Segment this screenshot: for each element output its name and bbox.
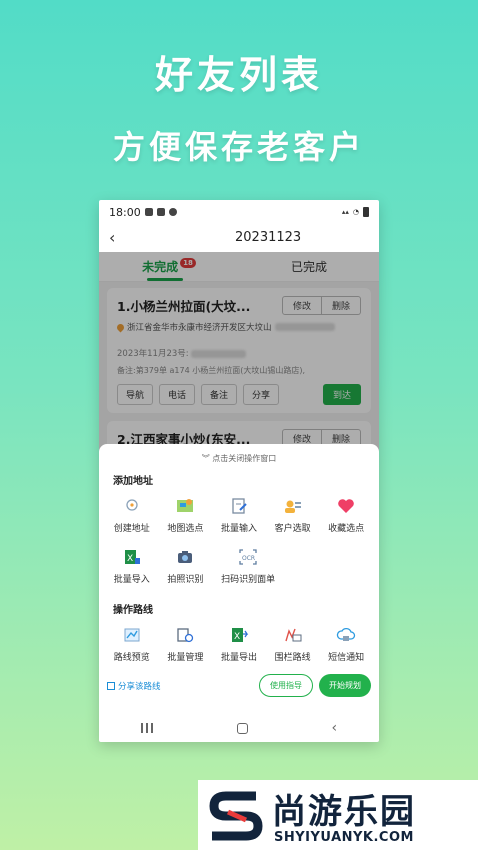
share-label: 分享该路线	[118, 681, 161, 692]
fence-route-item[interactable]: 围栏路线	[266, 626, 320, 663]
map-pin-icon	[122, 497, 142, 515]
sms-notify-item[interactable]: 短信通知	[319, 626, 373, 663]
message-icon	[156, 208, 165, 216]
map-icon	[175, 497, 195, 515]
home-icon[interactable]	[236, 722, 248, 734]
watermark-en: SHYIYUANYK.COM	[274, 830, 414, 845]
favorites-item[interactable]: 收藏选点	[319, 497, 373, 534]
promo-title: 好友列表	[154, 53, 323, 97]
item-label: 扫码识别面单	[221, 575, 276, 585]
route-ops-grid: 路线预览 批量管理 X 批量导出 围栏路线 短信通知	[99, 626, 379, 663]
system-nav-bar: ‹	[99, 714, 379, 742]
sms-cloud-icon	[336, 626, 356, 644]
start-planning-button[interactable]: 开始规划	[319, 674, 371, 697]
svg-text:OCR: OCR	[242, 555, 255, 562]
batch-export-item[interactable]: X 批量导出	[212, 626, 266, 663]
edit-doc-icon	[229, 497, 249, 515]
customer-select-item[interactable]: 客户选取	[266, 497, 320, 534]
add-address-grid: 创建地址 地图选点 批量输入 客户选取 收藏选点 X 批量导入 拍照识别 OCR…	[99, 497, 379, 585]
recents-icon[interactable]	[140, 723, 153, 733]
batch-manage-icon	[175, 626, 195, 644]
watermark-logo-icon	[209, 791, 263, 841]
scan-waybill-item[interactable]: OCR 扫码识别面单	[212, 548, 284, 585]
title-bar: ‹ 20231123	[99, 224, 379, 252]
back-icon[interactable]: ‹	[331, 720, 337, 736]
svg-text:X: X	[234, 632, 240, 642]
ocr-icon: OCR	[238, 548, 258, 566]
watermark-cn: 尚游乐园	[272, 792, 416, 832]
heart-icon	[336, 497, 356, 515]
item-label: 批量输入	[220, 524, 257, 534]
photo-recognize-item[interactable]: 拍照识别	[159, 548, 213, 585]
usage-guide-button[interactable]: 使用指导	[259, 674, 313, 697]
gallery-icon	[144, 208, 153, 216]
section-title-add: 添加地址	[113, 476, 153, 487]
excel-import-icon: X	[122, 548, 142, 566]
back-arrow-icon[interactable]: ‹	[109, 228, 115, 247]
page-title: 20231123	[235, 230, 302, 245]
item-label: 创建地址	[113, 524, 150, 534]
wifi-icon: ◔	[352, 208, 359, 216]
section-title-route: 操作路线	[113, 605, 153, 616]
item-label: 短信通知	[328, 653, 365, 663]
close-hint-text: 点击关闭操作窗口	[212, 454, 277, 463]
share-icon	[107, 681, 115, 690]
map-select-item[interactable]: 地图选点	[159, 497, 213, 534]
item-label: 批量导出	[220, 653, 257, 663]
route-preview-icon	[122, 626, 142, 644]
item-label: 客户选取	[274, 524, 311, 534]
excel-export-icon: X	[229, 626, 249, 644]
operation-sheet: ︾ 点击关闭操作窗口 添加地址 创建地址 地图选点 批量输入 客户选取 收藏选点…	[99, 444, 379, 714]
phone-screen: 18:00 ▴▴ ◔ ‹ 20231123 未完成 18 已完成 1.小杨兰州拉面…	[99, 200, 379, 742]
battery-icon	[363, 207, 369, 217]
batch-manage-item[interactable]: 批量管理	[159, 626, 213, 663]
promo-subtitle: 方便保存老客户	[112, 128, 365, 166]
route-preview-item[interactable]: 路线预览	[105, 626, 159, 663]
status-bar: 18:00 ▴▴ ◔	[99, 200, 379, 224]
item-label: 批量导入	[113, 575, 150, 585]
sheet-footer: 分享该路线 使用指导 开始规划	[99, 674, 379, 697]
item-label: 收藏选点	[328, 524, 365, 534]
item-label: 围栏路线	[274, 653, 311, 663]
status-time: 18:00	[109, 205, 141, 219]
close-sheet-hint[interactable]: ︾ 点击关闭操作窗口	[99, 444, 379, 464]
create-address-item[interactable]: 创建地址	[105, 497, 159, 534]
item-label: 批量管理	[167, 653, 204, 663]
batch-import-item[interactable]: X 批量导入	[105, 548, 159, 585]
account-icon	[168, 208, 177, 216]
item-label: 拍照识别	[167, 575, 204, 585]
item-label: 路线预览	[113, 653, 150, 663]
camera-icon	[175, 548, 195, 566]
batch-input-item[interactable]: 批量输入	[212, 497, 266, 534]
item-label: 地图选点	[167, 524, 204, 534]
watermark: 尚游乐园 SHYIYUANYK.COM	[198, 780, 478, 850]
contact-card-icon	[283, 497, 303, 515]
fence-icon	[283, 626, 303, 644]
svg-text:X: X	[127, 554, 133, 564]
signal-icon: ▴▴	[341, 208, 349, 216]
double-chevron-down-icon: ︾	[201, 454, 210, 463]
share-route-link[interactable]: 分享该路线	[107, 680, 161, 692]
